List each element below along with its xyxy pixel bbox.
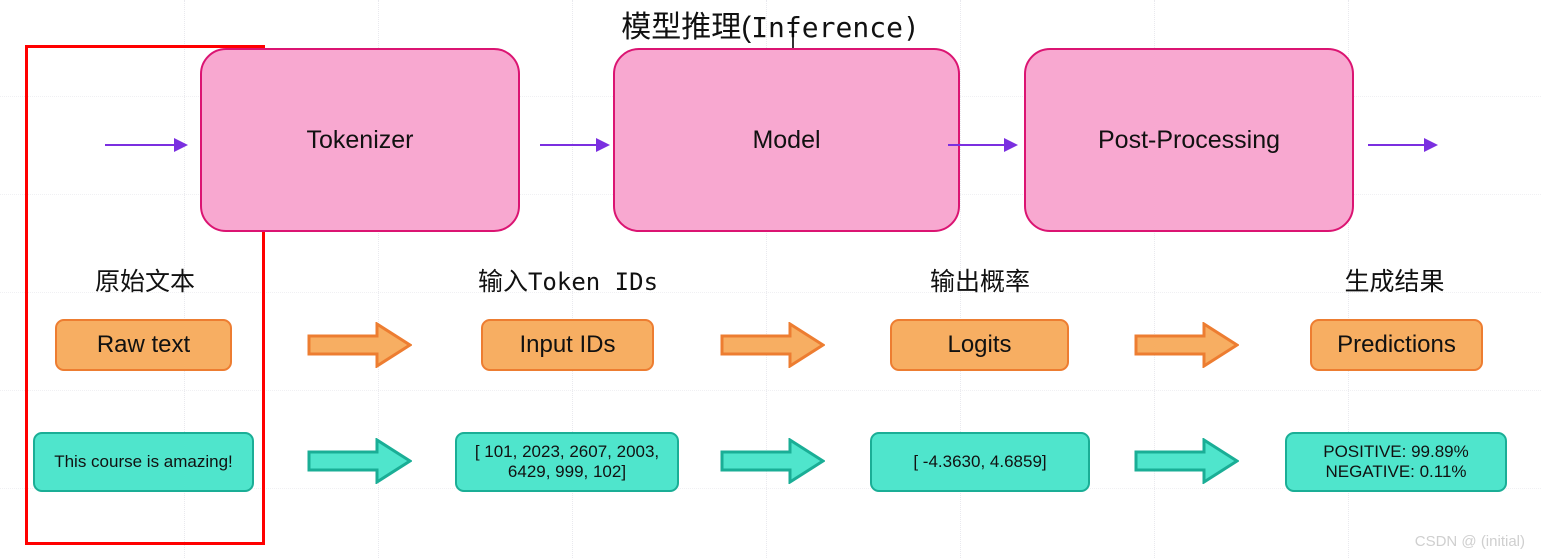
- column-label-cn: 输出概率: [929, 268, 1030, 296]
- pill-label: Predictions: [1337, 330, 1456, 358]
- pill-raw-text[interactable]: Raw text: [55, 319, 232, 371]
- page-title-cn: 模型推理(: [621, 11, 752, 44]
- page-title-close: ): [902, 11, 920, 44]
- column-label-predictions: 生成结果: [1272, 262, 1517, 298]
- column-label-cn: 原始文本: [94, 268, 195, 296]
- arrow-model-to-postprocessing-icon: [948, 133, 1018, 157]
- pill-label: Logits: [947, 330, 1012, 358]
- value-box-text-positive: POSITIVE: 99.89%: [1323, 441, 1469, 461]
- value-box-logits[interactable]: [ -4.3630, 4.6859]: [870, 432, 1090, 492]
- stage-box-model[interactable]: Model: [613, 48, 960, 232]
- stage-box-tokenizer[interactable]: Tokenizer: [200, 48, 520, 232]
- stage-box-post-processing[interactable]: Post-Processing: [1024, 48, 1354, 232]
- column-label-input-ids: 输入Token IDs: [428, 262, 708, 298]
- arrow-tokenizer-to-model-icon: [540, 133, 610, 157]
- page-title-en: Inference: [751, 11, 903, 44]
- column-label-cn: 生成结果: [1344, 268, 1445, 296]
- value-box-text: [ -4.3630, 4.6859]: [913, 451, 1047, 471]
- watermark: CSDN @ (initial): [1414, 533, 1525, 550]
- stage-box-label: Post-Processing: [1097, 125, 1281, 154]
- value-box-text-negative: NEGATIVE: 0.11%: [1325, 462, 1467, 481]
- pill-input-ids[interactable]: Input IDs: [481, 319, 654, 371]
- block-arrow-teal-3-icon: [1134, 438, 1239, 484]
- diagram-canvas: 模型推理(Inference) Tokenizer Model Post-Pro…: [0, 0, 1541, 558]
- pill-label: Raw text: [96, 330, 191, 358]
- value-box-input-ids[interactable]: [ 101, 2023, 2607, 2003, 6429, 999, 102]: [455, 432, 679, 492]
- value-box-predictions[interactable]: POSITIVE: 99.89% NEGATIVE: 0.11%: [1285, 432, 1507, 492]
- column-label-raw-text: 原始文本: [25, 262, 265, 298]
- block-arrow-teal-2-icon: [720, 438, 825, 484]
- pill-logits[interactable]: Logits: [890, 319, 1069, 371]
- column-label-cn: 输入: [477, 268, 528, 296]
- pill-predictions[interactable]: Predictions: [1310, 319, 1483, 371]
- arrow-out-of-postprocessing-icon: [1368, 133, 1438, 157]
- column-label-mono: Token IDs: [527, 268, 659, 296]
- page-title: 模型推理(Inference): [0, 2, 1541, 46]
- value-box-raw-text[interactable]: This course is amazing!: [33, 432, 254, 492]
- stage-box-label: Tokenizer: [306, 125, 414, 154]
- block-arrow-orange-1-icon: [307, 322, 412, 368]
- stage-box-label: Model: [752, 125, 821, 154]
- value-box-text: [ 101, 2023, 2607, 2003, 6429, 999, 102]: [474, 441, 660, 481]
- block-arrow-teal-1-icon: [307, 438, 412, 484]
- block-arrow-orange-2-icon: [720, 322, 825, 368]
- column-label-logits: 输出概率: [860, 262, 1100, 298]
- pill-label: Input IDs: [519, 330, 616, 358]
- value-box-text: This course is amazing!: [54, 451, 233, 471]
- arrow-into-tokenizer-icon: [105, 133, 188, 157]
- block-arrow-orange-3-icon: [1134, 322, 1239, 368]
